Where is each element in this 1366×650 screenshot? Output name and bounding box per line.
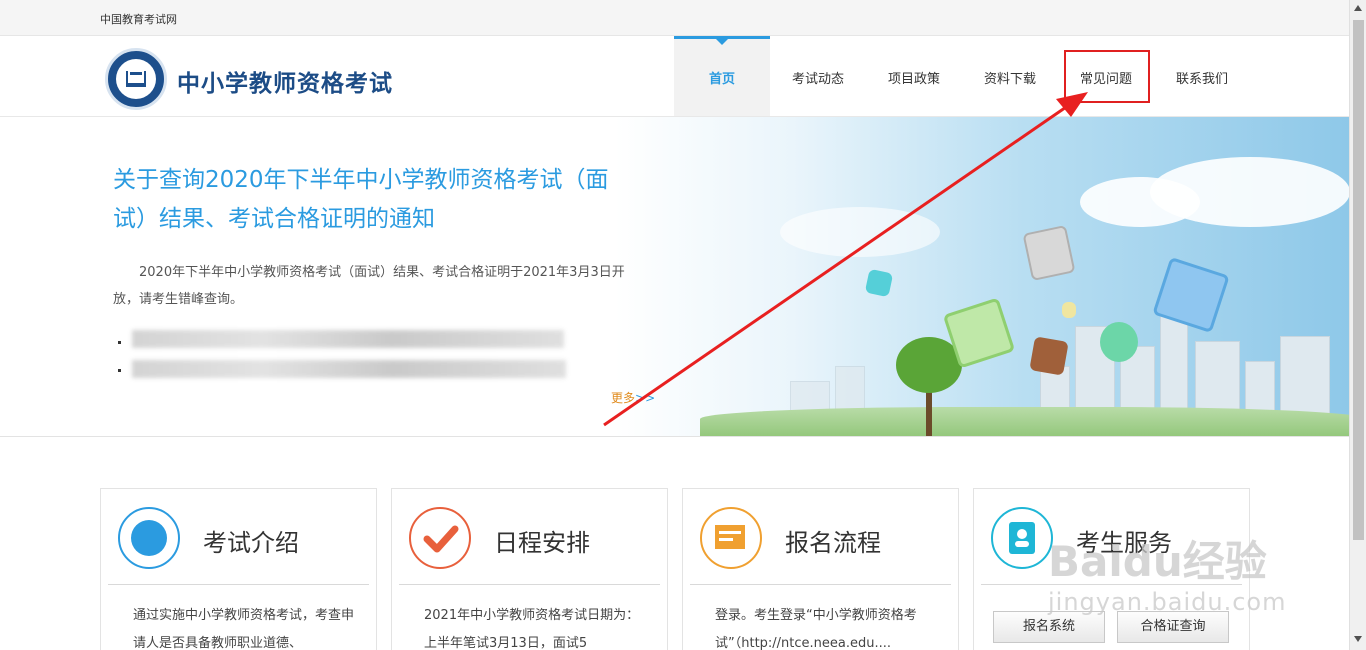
recycle-cube-icon bbox=[1100, 322, 1138, 362]
card-title: 日程安排 bbox=[494, 529, 590, 557]
banner-description: 2020年下半年中小学教师资格考试（面试）结果、考试合格证明于2021年3月3日… bbox=[113, 265, 625, 307]
baidu-watermark-url: jingyan.baidu.com bbox=[1048, 588, 1287, 616]
grass-strip bbox=[700, 407, 1366, 436]
redacted-news-line[interactable] bbox=[132, 360, 566, 378]
scroll-down-arrow-icon[interactable] bbox=[1354, 636, 1362, 642]
form-icon bbox=[715, 525, 745, 549]
more-arrow: >> bbox=[635, 391, 656, 405]
top-bar: 中国教育考试网 bbox=[0, 0, 1366, 36]
card-icon-ring bbox=[409, 507, 471, 569]
card-text: 登录。考生登录“中小学教师资格考试”（http://ntce.neea.edu.… bbox=[715, 608, 917, 650]
card-icon-ring bbox=[118, 507, 180, 569]
wood-cube-icon bbox=[1029, 336, 1069, 376]
contacts-icon bbox=[1009, 522, 1035, 554]
baidu-watermark: Baidu经验 bbox=[1048, 537, 1267, 586]
piano-cube-icon bbox=[1022, 224, 1076, 282]
nav-exam-news[interactable]: 考试动态 bbox=[770, 36, 866, 116]
card-exam-intro[interactable]: 考试介绍 通过实施中小学教师资格考试，考查申请人是否具备教师职业道德、 bbox=[100, 488, 377, 650]
card-title: 考试介绍 bbox=[203, 529, 299, 557]
hero-banner: 关于查询2020年下半年中小学教师资格考试（面试）结果、考试合格证明的通知 20… bbox=[0, 117, 1366, 437]
card-title: 报名流程 bbox=[785, 529, 881, 557]
logo-book bbox=[126, 71, 146, 87]
small-cube-icon bbox=[864, 268, 894, 298]
nav-policy[interactable]: 项目政策 bbox=[866, 36, 962, 116]
redacted-news-line[interactable] bbox=[132, 330, 564, 348]
nav-contact[interactable]: 联系我们 bbox=[1154, 36, 1250, 116]
cloud-shape bbox=[780, 207, 940, 257]
card-text: 通过实施中小学教师资格考试，考查申请人是否具备教师职业道德、 bbox=[133, 608, 355, 650]
nav-downloads[interactable]: 资料下载 bbox=[962, 36, 1058, 116]
card-divider bbox=[108, 584, 369, 585]
document-icon bbox=[131, 520, 167, 556]
card-divider bbox=[399, 584, 660, 585]
brand-title[interactable]: 中小学教师资格考试 bbox=[177, 64, 393, 98]
more-link[interactable]: 更多>> bbox=[611, 389, 655, 406]
card-icon-ring bbox=[700, 507, 762, 569]
card-schedule[interactable]: 日程安排 2021年中小学教师资格考试日期为：上半年笔试3月13日，面试5 bbox=[391, 488, 668, 650]
site-name-link[interactable]: 中国教育考试网 bbox=[100, 11, 177, 27]
scrollbar-thumb[interactable] bbox=[1353, 20, 1364, 540]
nav-home[interactable]: 首页 bbox=[674, 36, 770, 116]
tiny-cube-icon bbox=[1062, 302, 1076, 318]
cloud-shape bbox=[1080, 177, 1200, 227]
annotation-highlight-box bbox=[1064, 50, 1150, 103]
list-bullet bbox=[118, 369, 121, 372]
more-label: 更多 bbox=[611, 391, 636, 405]
scroll-up-arrow-icon[interactable] bbox=[1354, 5, 1362, 11]
card-text: 2021年中小学教师资格考试日期为：上半年笔试3月13日，面试5 bbox=[424, 608, 640, 650]
logo-emblem[interactable] bbox=[105, 48, 167, 110]
card-registration-process[interactable]: 报名流程 登录。考生登录“中小学教师资格考试”（http://ntce.neea… bbox=[682, 488, 959, 650]
list-bullet bbox=[118, 341, 121, 344]
banner-headline[interactable]: 关于查询2020年下半年中小学教师资格考试（面试）结果、考试合格证明的通知 bbox=[113, 161, 643, 239]
header: 中小学教师资格考试 首页 考试动态 项目政策 资料下载 常见问题 联系我们 bbox=[0, 36, 1366, 117]
check-icon bbox=[423, 525, 459, 553]
card-icon-ring bbox=[991, 507, 1053, 569]
card-divider bbox=[690, 584, 951, 585]
vertical-scrollbar[interactable] bbox=[1349, 0, 1366, 650]
